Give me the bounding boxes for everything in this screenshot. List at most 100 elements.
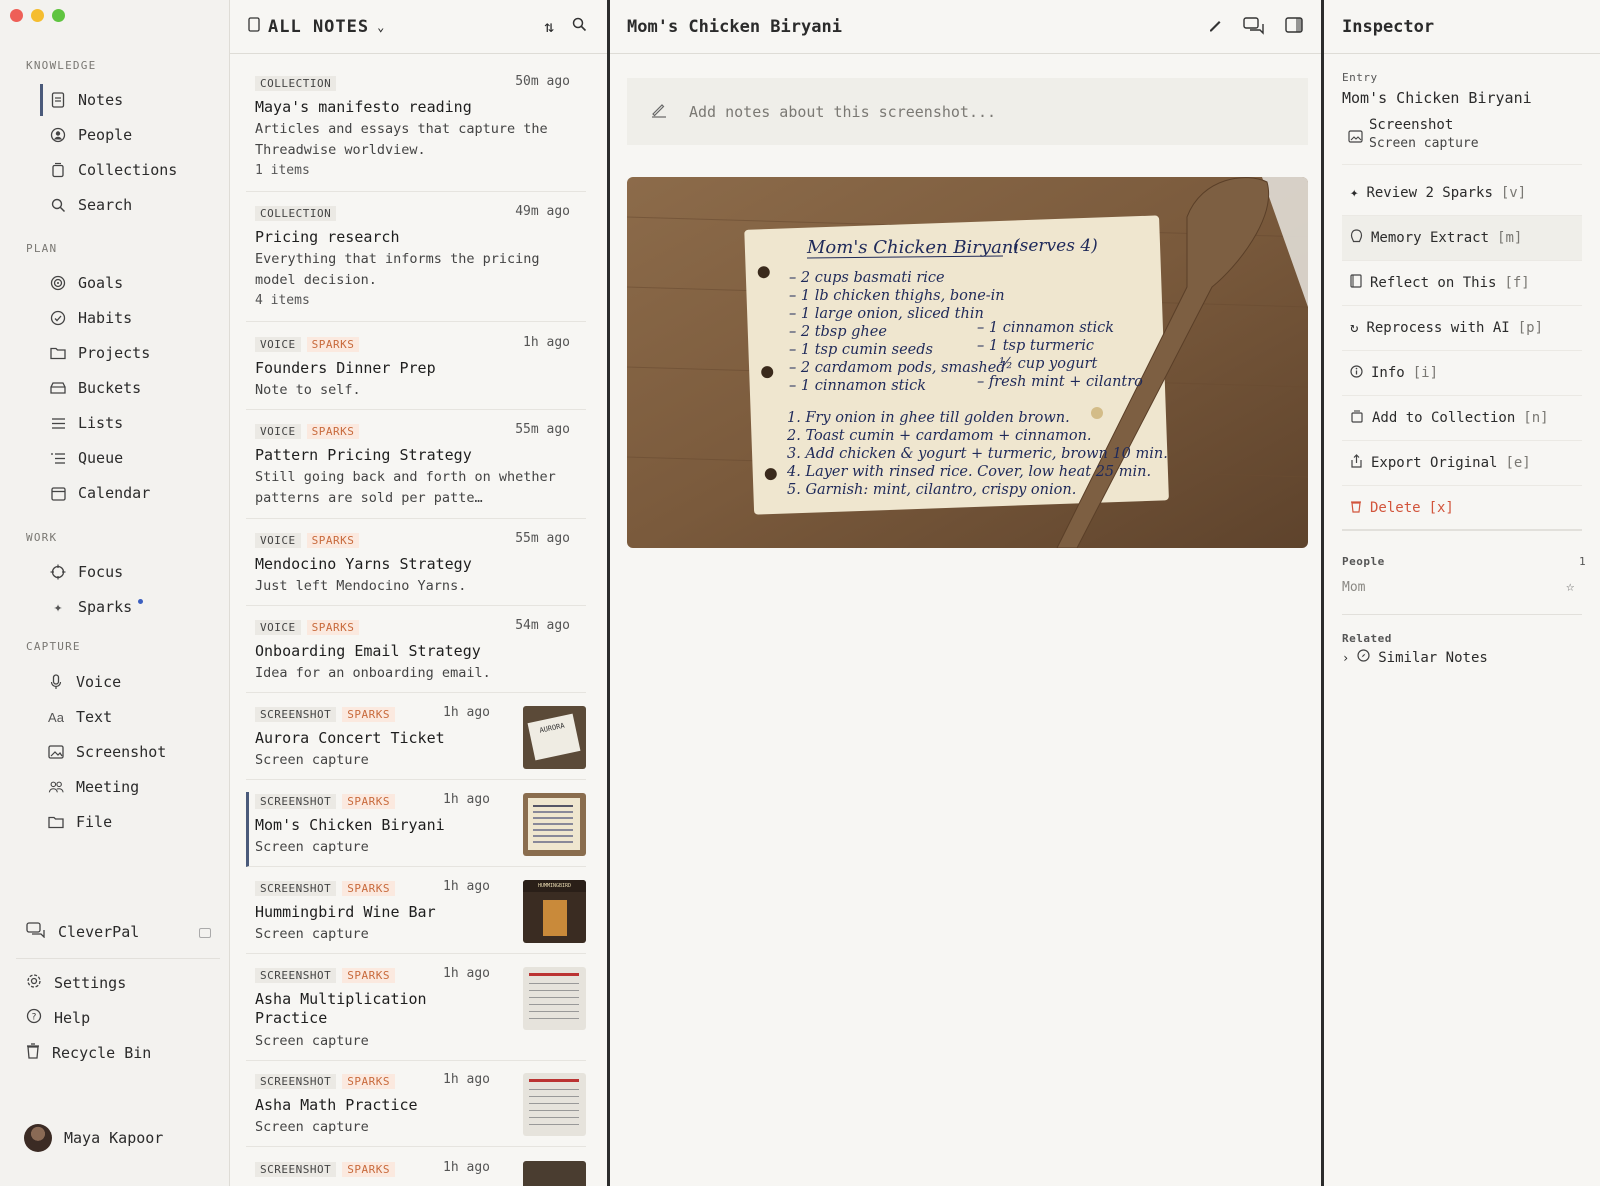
- star-icon[interactable]: ☆: [1566, 579, 1574, 595]
- recipe-serves: (serves 4): [1013, 236, 1098, 256]
- search-icon: [50, 197, 66, 213]
- sidebar-item-label: Notes: [78, 91, 124, 109]
- sidebar-item-label: People: [78, 126, 133, 144]
- note-body: Screen capture: [255, 1033, 369, 1049]
- sidebar-item-settings[interactable]: Settings: [26, 973, 126, 993]
- sidebar-toggle-icon[interactable]: [1285, 17, 1303, 39]
- list-icon: [50, 415, 66, 431]
- minimize-window-button[interactable]: [31, 9, 44, 22]
- sidebar-item-habits[interactable]: Habits: [40, 302, 220, 334]
- person-name[interactable]: Mom: [1342, 580, 1365, 595]
- section-header-work: WORK: [26, 531, 58, 544]
- recipe-step: 1. Fry onion in ghee till golden brown.: [787, 410, 1070, 426]
- search-icon[interactable]: [572, 17, 587, 36]
- panel-toggle-icon[interactable]: [199, 928, 211, 938]
- note-count: 1 items: [255, 163, 310, 178]
- similar-notes-toggle[interactable]: › Similar Notes: [1342, 649, 1488, 666]
- habit-icon: [50, 310, 66, 326]
- list-item[interactable]: VOICE SPARKS 54m ago Onboarding Email Str…: [246, 618, 586, 693]
- sidebar-item-file[interactable]: File: [38, 806, 218, 838]
- entry-type: Screenshot: [1369, 117, 1454, 133]
- screenshot-notes-input[interactable]: Add notes about this screenshot...: [627, 78, 1308, 145]
- book-icon: [1350, 274, 1362, 292]
- review-sparks-button[interactable]: ✦ Review 2 Sparks [v]: [1342, 171, 1582, 216]
- crosshair-icon: [50, 564, 66, 580]
- note-body: Note to self.: [255, 382, 361, 398]
- sparks-tag: SPARKS: [306, 532, 360, 548]
- list-item[interactable]: SCREENSHOT SPARKS 1h ago Asha Math Practi…: [246, 1072, 586, 1147]
- list-item[interactable]: SCREENSHOT SPARKS 1h ago Aurora Concert T…: [246, 705, 586, 780]
- unread-dot: [138, 599, 143, 604]
- memory-extract-button[interactable]: Memory Extract [m]: [1342, 216, 1582, 261]
- text-icon: Aa: [48, 709, 64, 725]
- entry-subtype: Screen capture: [1369, 136, 1479, 151]
- sidebar-item-recycle-bin[interactable]: Recycle Bin: [26, 1043, 151, 1063]
- sidebar-item-label: Settings: [54, 974, 127, 992]
- collection-add-icon: [1350, 409, 1364, 427]
- sidebar-item-label: Recycle Bin: [52, 1044, 152, 1062]
- sidebar-item-meeting[interactable]: Meeting: [38, 771, 218, 803]
- sidebar-item-goals[interactable]: Goals: [40, 267, 220, 299]
- type-tag: SCREENSHOT: [255, 967, 337, 983]
- sparks-tag: SPARKS: [342, 880, 395, 896]
- cleverpal-button[interactable]: CleverPal: [26, 922, 139, 942]
- sidebar-item-label: Calendar: [78, 484, 151, 502]
- chat-icon[interactable]: [1243, 17, 1265, 39]
- sort-icon[interactable]: ⇅: [544, 17, 554, 36]
- sidebar-item-help[interactable]: ? Help: [26, 1008, 90, 1028]
- type-tag: SCREENSHOT: [255, 1161, 337, 1177]
- list-item[interactable]: VOICE SPARKS 55m ago Pattern Pricing Stra…: [246, 422, 586, 519]
- sidebar-item-text[interactable]: Aa Text: [38, 701, 218, 733]
- reflect-button[interactable]: Reflect on This [f]: [1342, 261, 1582, 306]
- sidebar-item-buckets[interactable]: Buckets: [40, 372, 220, 404]
- recipe-title: Mom's Chicken Biryani: [806, 237, 1019, 258]
- notes-filter-dropdown[interactable]: ALL NOTES ⌄: [248, 17, 385, 37]
- list-item-selected[interactable]: SCREENSHOT SPARKS 1h ago Mom's Chicken Bi…: [246, 792, 586, 867]
- export-original-button[interactable]: Export Original [e]: [1342, 441, 1582, 486]
- recipe-step: 5. Garnish: mint, cilantro, crispy onion…: [787, 482, 1076, 498]
- sidebar-item-sparks[interactable]: ✦ Sparks: [40, 591, 220, 623]
- reprocess-button[interactable]: ↻ Reprocess with AI [p]: [1342, 306, 1582, 351]
- shortcut-key: [x]: [1428, 499, 1454, 516]
- sidebar-item-calendar[interactable]: Calendar: [40, 477, 220, 509]
- sidebar-item-lists[interactable]: Lists: [40, 407, 220, 439]
- sidebar-item-projects[interactable]: Projects: [40, 337, 220, 369]
- sidebar-item-search[interactable]: Search: [40, 189, 220, 221]
- sidebar-item-label: Text: [76, 708, 113, 726]
- add-to-collection-button[interactable]: Add to Collection [n]: [1342, 396, 1582, 441]
- action-label: Memory Extract: [1371, 230, 1490, 246]
- info-button[interactable]: Info [i]: [1342, 351, 1582, 396]
- sidebar-item-screenshot[interactable]: Screenshot: [38, 736, 218, 768]
- sidebar-item-label: Voice: [76, 673, 122, 691]
- edit-icon[interactable]: [1207, 17, 1223, 39]
- user-profile[interactable]: Maya Kapoor: [24, 1124, 163, 1152]
- list-item[interactable]: SCREENSHOT SPARKS 1h ago Asha Multiplicat…: [246, 966, 586, 1061]
- sidebar-item-label: Focus: [78, 563, 124, 581]
- ingredient: – 1 tsp turmeric: [977, 338, 1094, 354]
- sidebar-item-people[interactable]: People: [40, 119, 220, 151]
- list-item[interactable]: COLLECTION 49m ago Pricing research Ever…: [246, 204, 586, 322]
- close-window-button[interactable]: [10, 9, 23, 22]
- note-body: Articles and essays that capture the Thr…: [255, 121, 548, 158]
- note-time: 50m ago: [515, 74, 570, 89]
- list-item[interactable]: VOICE SPARKS 1h ago Founders Dinner Prep …: [246, 335, 586, 410]
- list-item[interactable]: SCREENSHOT SPARKS 1h ago: [246, 1160, 586, 1186]
- section-header-capture: CAPTURE: [26, 640, 81, 653]
- svg-text:?: ?: [32, 1013, 37, 1023]
- sidebar-item-queue[interactable]: Queue: [40, 442, 220, 474]
- note-time: 55m ago: [515, 531, 570, 546]
- ingredient: – 1 tsp cumin seeds: [789, 342, 933, 358]
- list-item[interactable]: VOICE SPARKS 55m ago Mendocino Yarns Stra…: [246, 531, 586, 606]
- type-tag: COLLECTION: [255, 75, 337, 91]
- list-item[interactable]: COLLECTION 50m ago Maya's manifesto read…: [246, 74, 586, 192]
- notes-placeholder: Add notes about this screenshot...: [689, 102, 997, 121]
- cleverpal-label: CleverPal: [58, 923, 140, 941]
- note-time: 1h ago: [443, 879, 490, 894]
- delete-button[interactable]: Delete [x]: [1342, 486, 1582, 531]
- sidebar-item-notes[interactable]: Notes: [40, 84, 220, 116]
- sidebar-item-focus[interactable]: Focus: [40, 556, 220, 588]
- sidebar-item-collections[interactable]: Collections: [40, 154, 220, 186]
- zoom-window-button[interactable]: [52, 9, 65, 22]
- sidebar-item-voice[interactable]: Voice: [38, 666, 218, 698]
- list-item[interactable]: SCREENSHOT SPARKS 1h ago Hummingbird Wine…: [246, 879, 586, 954]
